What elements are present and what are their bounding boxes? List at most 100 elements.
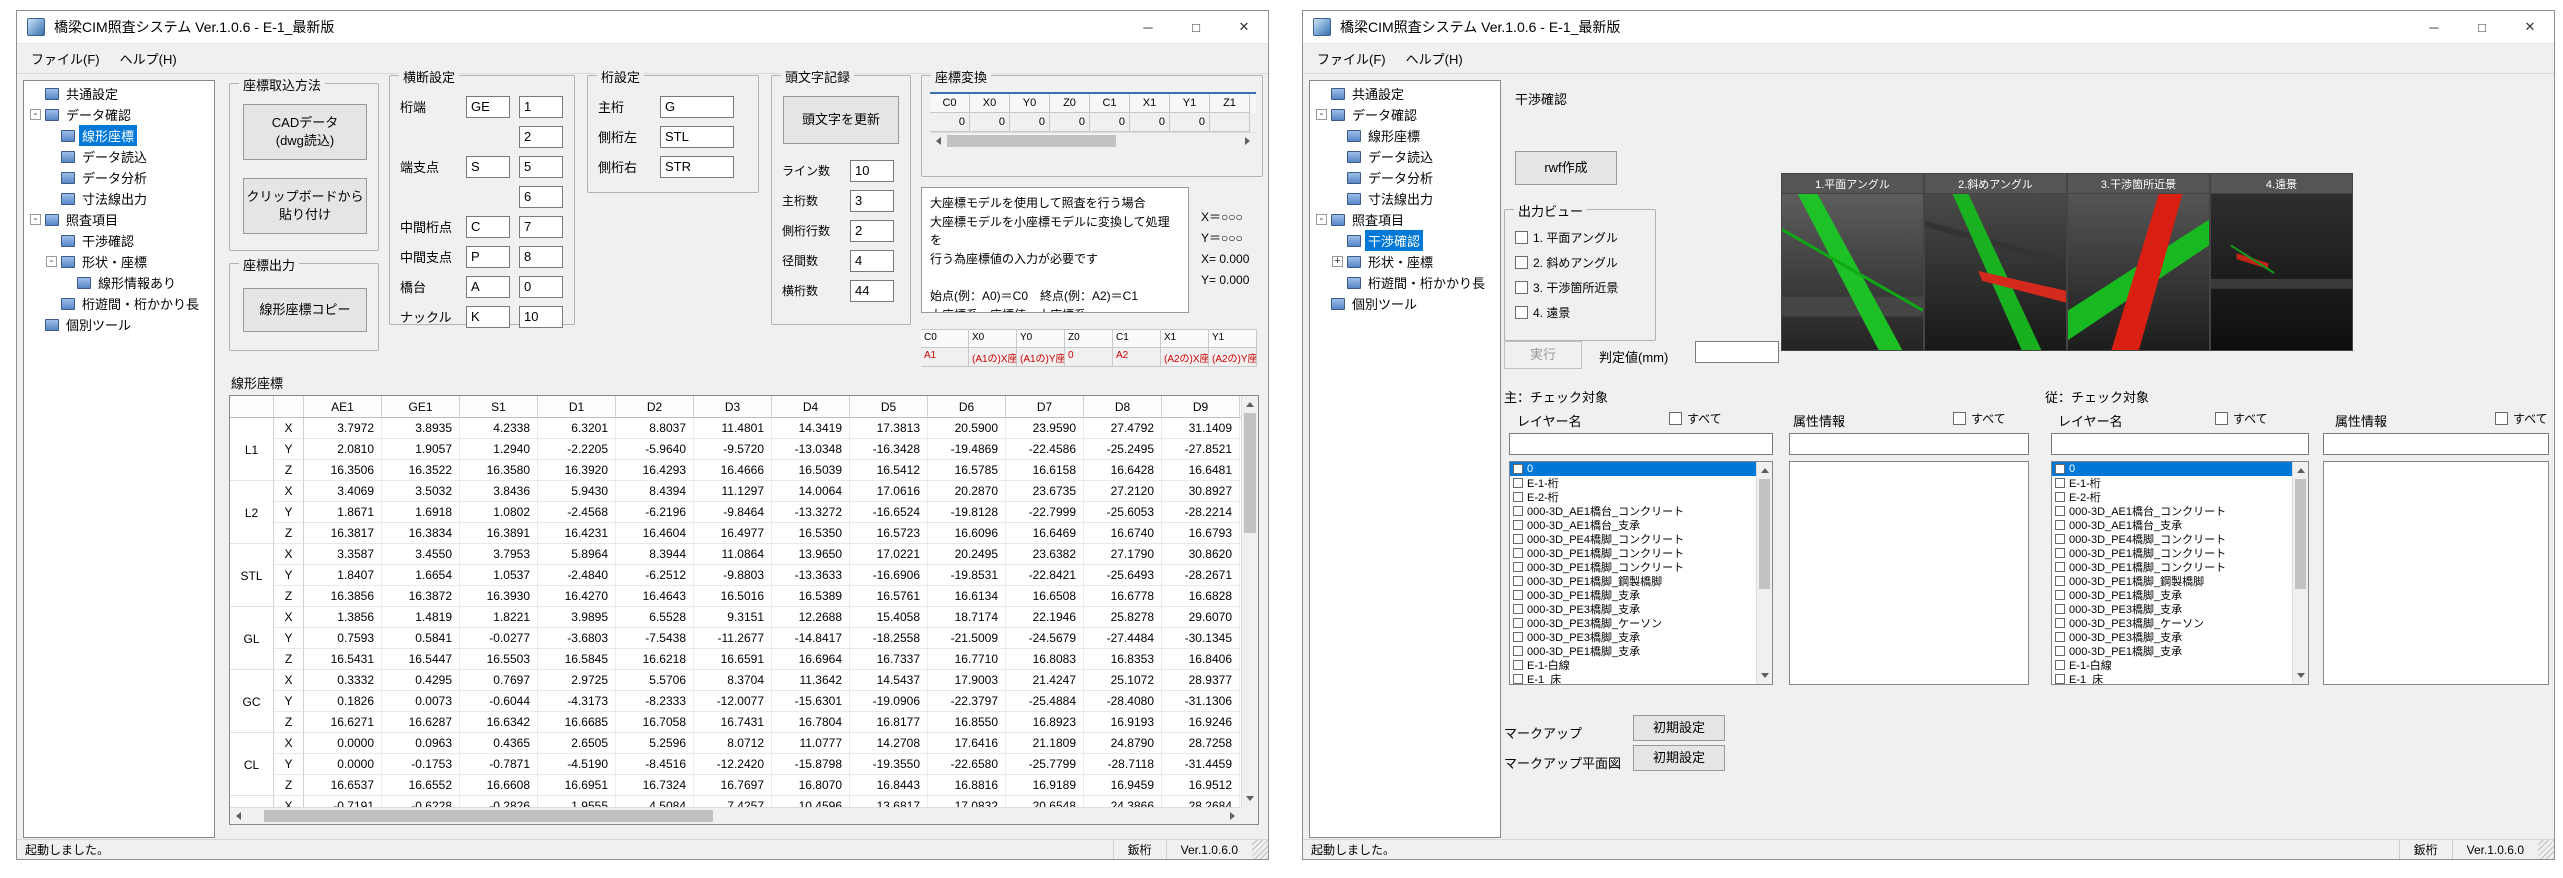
tree-item[interactable]: - 照査項目 — [24, 209, 214, 230]
tree-item[interactable]: 線形座標 — [24, 125, 214, 146]
threshold-input[interactable] — [1695, 341, 1779, 363]
table-row[interactable]: Z 16.3817 16.3834 16.3891 16.4231 16.4604 16.… — [230, 523, 1258, 544]
table-row[interactable]: Z 16.6537 16.6552 16.6608 16.6951 16.7324 16.… — [230, 775, 1258, 796]
layer-item[interactable]: 000-3D_AE1橋台_コンクリート — [1510, 504, 1756, 518]
checkbox-icon[interactable] — [1953, 411, 1966, 425]
layer-item[interactable]: 000-3D_AE1橋台_コンクリート — [2052, 504, 2292, 518]
scrollbar-thumb[interactable] — [264, 810, 714, 822]
scrollbar-thumb[interactable] — [2295, 479, 2306, 589]
tree-item[interactable]: データ読込 — [1310, 146, 1500, 167]
rwf-create-button[interactable]: rwf作成 — [1515, 151, 1617, 185]
checkbox-icon[interactable] — [2495, 411, 2508, 425]
transform-value-cell[interactable]: 0 — [1130, 113, 1170, 132]
table-row[interactable]: Z 16.5431 16.5447 16.5503 16.5845 16.6218 16.… — [230, 649, 1258, 670]
run-button[interactable]: 実行 — [1504, 341, 1582, 369]
checkbox-icon[interactable] — [1513, 632, 1523, 642]
count-input[interactable] — [519, 305, 563, 328]
checkbox-icon[interactable] — [1513, 492, 1523, 502]
tree-item[interactable]: 寸法線出力 — [1310, 188, 1500, 209]
layer-item[interactable]: 000-3D_PE1橋脚_コンクリート — [1510, 546, 1756, 560]
menu-item[interactable]: ファイル(F) — [1307, 44, 1396, 73]
tree-item[interactable]: 桁遊間・桁かかり長 — [24, 293, 214, 314]
expander-icon[interactable]: - — [1316, 214, 1327, 225]
count-input[interactable] — [519, 275, 563, 298]
layer-item[interactable]: 000-3D_PE1橋脚_コンクリート — [2052, 546, 2292, 560]
checkbox-icon[interactable] — [2055, 506, 2065, 516]
viewer-thumbnail-distant[interactable]: 4.遠景 — [2210, 173, 2353, 351]
maximize-button[interactable]: □ — [1172, 11, 1220, 43]
column-header[interactable]: D9 — [1162, 396, 1240, 417]
table-row[interactable]: X -0.7191 -0.6228 -0.2826 1.9555 4.5084 7.425… — [230, 796, 1258, 807]
expander-icon[interactable]: - — [46, 256, 57, 267]
table-row[interactable]: X 3.4069 3.5032 3.8436 5.9430 8.4394 11.1297 1… — [230, 481, 1258, 502]
scroll-right-button[interactable] — [1224, 808, 1241, 824]
resize-grip[interactable] — [2538, 840, 2554, 859]
checkbox-icon[interactable] — [2055, 632, 2065, 642]
column-header[interactable]: D4 — [772, 396, 850, 417]
checkbox-icon[interactable] — [2055, 646, 2065, 656]
menu-item[interactable]: ヘルプ(H) — [1396, 44, 1473, 73]
select-all-attrs-secondary[interactable]: すべて — [2495, 409, 2548, 427]
maximize-button[interactable]: □ — [2458, 11, 2506, 43]
transform-value-cell[interactable]: 0 — [1050, 113, 1090, 132]
column-header[interactable]: D7 — [1006, 396, 1084, 417]
checkbox-icon[interactable] — [2055, 604, 2065, 614]
table-row[interactable]: Z 16.3506 16.3522 16.3580 16.3920 16.4293 16.… — [230, 460, 1258, 481]
checkbox-icon[interactable] — [1513, 576, 1523, 586]
table-row[interactable]: Z 16.3856 16.3872 16.3930 16.4270 16.4643 16.… — [230, 586, 1258, 607]
column-header[interactable]: D8 — [1084, 396, 1162, 417]
viewer-image-oblique[interactable] — [1924, 193, 2067, 351]
tree-item[interactable]: 線形情報あり — [24, 272, 214, 293]
transform-value-cell[interactable]: 0 — [1090, 113, 1130, 132]
tree-item[interactable]: 桁遊間・桁かかり長 — [1310, 272, 1500, 293]
layer-item[interactable]: 000-3D_PE3橋脚_支承 — [2052, 602, 2292, 616]
minimize-button[interactable]: ─ — [1124, 11, 1172, 43]
view-option-checkbox[interactable]: 4. 遠景 — [1515, 303, 1649, 321]
layer-item[interactable]: 000-3D_PE1橋脚_コンクリート — [2052, 560, 2292, 574]
girder-code-input[interactable] — [660, 125, 734, 148]
checkbox-icon[interactable] — [2055, 548, 2065, 558]
prefix-code-input[interactable] — [466, 245, 510, 268]
tree-item[interactable]: データ分析 — [1310, 167, 1500, 188]
layer-item[interactable]: 000-3D_PE1橋脚_支承 — [1510, 644, 1756, 658]
layer-item[interactable]: 000-3D_PE3橋脚_ケーソン — [1510, 616, 1756, 630]
scrollbar-thumb[interactable] — [947, 135, 1117, 147]
layer-filter-primary[interactable] — [1509, 433, 1773, 455]
transform-value-cell[interactable]: 0 — [970, 113, 1010, 132]
layer-item[interactable]: 0 — [2052, 462, 2292, 476]
checkbox-icon[interactable] — [1513, 618, 1523, 628]
tree-item[interactable]: + 形状・座標 — [1310, 251, 1500, 272]
prefix-code-input[interactable] — [466, 215, 510, 238]
checkbox-icon[interactable] — [1515, 280, 1528, 294]
close-button[interactable]: ✕ — [2506, 11, 2554, 43]
viewer-thumbnail-closeup[interactable]: 3.干渉箇所近景 — [2067, 173, 2210, 351]
markup-init-button[interactable]: 初期設定 — [1633, 715, 1725, 741]
tree-item[interactable]: - 形状・座標 — [24, 251, 214, 272]
checkbox-icon[interactable] — [1513, 520, 1523, 530]
layer-item[interactable]: 000-3D_PE3橋脚_支承 — [1510, 602, 1756, 616]
layer-filter-secondary[interactable] — [2051, 433, 2309, 455]
transform-value-cell[interactable] — [1210, 113, 1250, 132]
count-value-input[interactable] — [850, 249, 894, 272]
tree-item[interactable]: 共通設定 — [1310, 83, 1500, 104]
scroll-left-button[interactable] — [230, 808, 247, 824]
checkbox-icon[interactable] — [2055, 520, 2065, 530]
checkbox-icon[interactable] — [1513, 464, 1523, 474]
expander-icon[interactable]: + — [1332, 256, 1343, 267]
column-header[interactable]: D2 — [616, 396, 694, 417]
transform-value-cell[interactable]: 0 — [930, 113, 970, 132]
count-value-input[interactable] — [850, 189, 894, 212]
expander-icon[interactable]: - — [30, 109, 41, 120]
title-bar[interactable]: 橋梁CIM照査システム Ver.1.0.6 - E-1_最新版 ─ □ ✕ — [17, 11, 1268, 44]
scroll-up-button[interactable] — [1757, 462, 1772, 479]
layer-item[interactable]: E-2-桁 — [1510, 490, 1756, 504]
prefix-code-input[interactable] — [466, 95, 510, 118]
checkbox-icon[interactable] — [1513, 548, 1523, 558]
transform-horizontal-scrollbar[interactable] — [930, 132, 1256, 149]
title-bar[interactable]: 橋梁CIM照査システム Ver.1.0.6 - E-1_最新版 ─ □ ✕ — [1303, 11, 2554, 44]
table-row[interactable]: X 3.7972 3.8935 4.2338 6.3201 8.8037 11.4801 1… — [230, 418, 1258, 439]
count-input[interactable] — [519, 125, 563, 148]
table-row[interactable]: GC Y 0.1826 0.0073 -0.6044 -4.3173 -8.2333 -1… — [230, 691, 1258, 712]
viewer-image-distant[interactable] — [2210, 193, 2353, 351]
scroll-down-button[interactable] — [1242, 790, 1258, 807]
